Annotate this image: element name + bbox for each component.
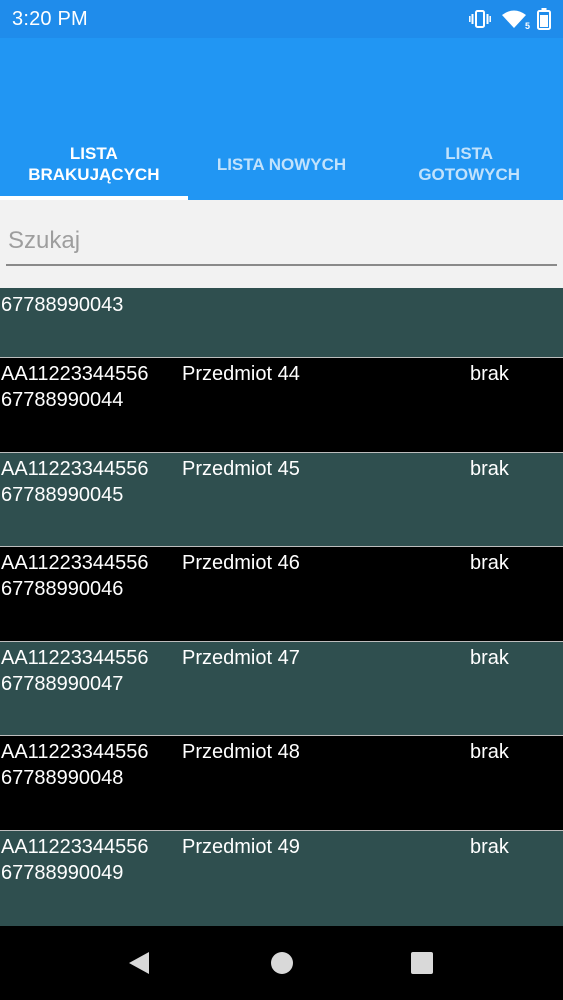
item-ean: 67788990048 [1, 767, 124, 789]
navigation-bar [0, 926, 563, 1000]
status-time: 3:20 PM [12, 7, 88, 30]
status-bar: 3:20 PM 5 [0, 0, 563, 38]
item-ean: 67788990049 [1, 862, 124, 884]
tab-lista-gotowych[interactable]: LISTA GOTOWYCH [375, 128, 563, 200]
item-status: brak [470, 458, 509, 480]
item-status: brak [470, 363, 509, 385]
back-icon[interactable] [127, 950, 151, 981]
search-input[interactable] [6, 218, 557, 266]
item-name: Przedmiot 48 [182, 741, 300, 763]
list-item[interactable]: AA11223344556 Przedmiot 47 brak 67788990… [0, 642, 563, 736]
wifi-icon: 5 [501, 9, 530, 31]
status-icons: 5 [469, 8, 551, 31]
tab-lista-nowych[interactable]: LISTA NOWYCH [188, 128, 376, 200]
item-ean: 67788990045 [1, 484, 124, 506]
home-icon[interactable] [270, 950, 294, 981]
item-code: AA11223344556 [1, 552, 149, 574]
item-code: AA11223344556 [1, 458, 149, 480]
item-status: brak [470, 647, 509, 669]
list-item[interactable]: AA11223344556 Przedmiot 45 brak 67788990… [0, 453, 563, 547]
item-code: AA11223344556 [1, 741, 149, 763]
recents-icon[interactable] [410, 950, 434, 981]
tab-lista-brakujacych[interactable]: LISTA BRAKUJĄCYCH [0, 128, 188, 200]
app-bar: LISTA BRAKUJĄCYCH LISTA NOWYCH LISTA GOT… [0, 38, 563, 200]
list-item[interactable]: AA11223344556 Przedmiot 48 brak 67788990… [0, 736, 563, 831]
item-code: AA11223344556 [1, 836, 149, 858]
item-name: Przedmiot 45 [182, 458, 300, 480]
item-status: brak [470, 836, 509, 858]
item-name: Przedmiot 44 [182, 363, 300, 385]
wifi-label: 5 [524, 21, 530, 31]
vibrate-icon [469, 9, 491, 29]
list-item[interactable]: AA11223344556 Przedmiot 49 brak 67788990… [0, 831, 563, 926]
item-status: brak [470, 552, 509, 574]
battery-icon [537, 8, 551, 30]
list-item[interactable]: AA11223344556 Przedmiot 44 brak 67788990… [0, 358, 563, 453]
list-item[interactable]: 67788990043 [0, 288, 563, 358]
list-item[interactable]: AA11223344556 Przedmiot 46 brak 67788990… [0, 547, 563, 642]
item-code: AA11223344556 [1, 363, 149, 385]
item-name: Przedmiot 47 [182, 647, 300, 669]
item-code: AA11223344556 [1, 647, 149, 669]
item-ean: 67788990044 [1, 389, 124, 411]
item-name: Przedmiot 46 [182, 552, 300, 574]
item-ean: 67788990046 [1, 578, 124, 600]
search-area [0, 200, 563, 288]
item-list[interactable]: 67788990043 AA11223344556 Przedmiot 44 b… [0, 288, 563, 926]
item-ean: 67788990043 [1, 294, 124, 316]
item-ean: 67788990047 [1, 673, 124, 695]
tab-strip: LISTA BRAKUJĄCYCH LISTA NOWYCH LISTA GOT… [0, 128, 563, 200]
item-status: brak [470, 741, 509, 763]
item-name: Przedmiot 49 [182, 836, 300, 858]
